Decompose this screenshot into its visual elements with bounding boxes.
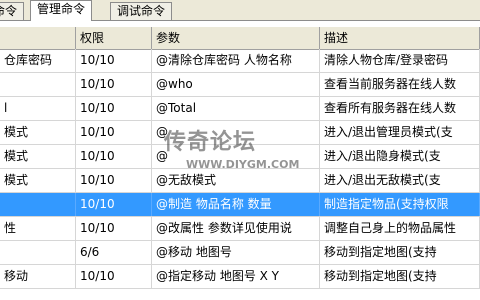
table-row[interactable]: 仓库密码 10/10 @清除仓库密码 人物名称 清除人物仓库/登录密码 — [0, 49, 480, 73]
table-row[interactable]: l 10/10 @Total 查看所有服务器在线人数 — [0, 97, 480, 121]
cell-permission: 10/10 — [76, 49, 152, 72]
cell-name: 性 — [0, 217, 76, 240]
cell-description: 移动到指定地图(支持 — [320, 265, 480, 288]
cell-name: 模式 — [0, 169, 76, 192]
table-header: 权限 参数 描述 — [0, 27, 480, 50]
cell-permission: 6/6 — [76, 241, 152, 264]
column-header-permission[interactable]: 权限 — [76, 27, 152, 49]
tab-debug-commands[interactable]: 调试命令 — [110, 2, 173, 20]
cell-name — [0, 241, 76, 264]
cell-parameters: @改属性 参数详见使用说 — [152, 217, 320, 240]
cell-name — [0, 193, 76, 216]
table-row[interactable]: 移动 10/10 @指定移动 地图号 X Y 移动到指定地图(支持 — [0, 265, 480, 289]
cell-parameters: @清除仓库密码 人物名称 — [152, 49, 320, 72]
cell-description: 制造指定物品(支持权限 — [320, 193, 480, 216]
cell-permission: 10/10 — [76, 193, 152, 216]
cell-name — [0, 73, 76, 96]
cell-parameters: @无敌模式 — [152, 169, 320, 192]
cell-permission: 10/10 — [76, 73, 152, 96]
cell-description: 进入/退出隐身模式(支 — [320, 145, 480, 168]
cell-permission: 10/10 — [76, 217, 152, 240]
table-row[interactable]: 性 10/10 @改属性 参数详见使用说 调整自己身上的物品属性 — [0, 217, 480, 241]
cell-description: 查看所有服务器在线人数 — [320, 97, 480, 120]
cell-parameters: @指定移动 地图号 X Y — [152, 265, 320, 288]
watermark-url: WWW.DIYGM.COM — [186, 158, 300, 171]
cell-description: 移动到指定地图(支持 — [320, 241, 480, 264]
cell-name: 模式 — [0, 145, 76, 168]
cell-permission: 10/10 — [76, 97, 152, 120]
table-row[interactable]: 模式 10/10 @无敌模式 进入/退出无敌模式(支 — [0, 169, 480, 193]
cell-parameters: @制造 物品名称 数量 — [152, 193, 320, 216]
cell-description: 清除人物仓库/登录密码 — [320, 49, 480, 72]
cell-name: 模式 — [0, 121, 76, 144]
cell-name: 移动 — [0, 265, 76, 288]
cell-parameters: @Total — [152, 97, 320, 120]
table-row[interactable]: 10/10 @who 查看当前服务器在线人数 — [0, 73, 480, 97]
table-row[interactable]: 6/6 @移动 地图号 移动到指定地图(支持 — [0, 241, 480, 265]
column-header-name[interactable] — [0, 27, 76, 49]
tab-commands[interactable]: 命令 — [0, 2, 25, 20]
column-header-description[interactable]: 描述 — [320, 27, 480, 49]
column-header-parameters[interactable]: 参数 — [152, 27, 320, 49]
cell-permission: 10/10 — [76, 121, 152, 144]
cell-description: 进入/退出无敌模式(支 — [320, 169, 480, 192]
cell-description: 进入/退出管理员模式(支 — [320, 121, 480, 144]
cell-description: 查看当前服务器在线人数 — [320, 73, 480, 96]
tab-admin-commands[interactable]: 管理命令 — [30, 0, 93, 21]
cell-parameters: @移动 地图号 — [152, 241, 320, 264]
cell-name: 仓库密码 — [0, 49, 76, 72]
cell-permission: 10/10 — [76, 265, 152, 288]
cell-permission: 10/10 — [76, 169, 152, 192]
cell-name: l — [0, 97, 76, 120]
tab-bar: 命令 管理命令 调试命令 — [0, 0, 480, 21]
cell-description: 调整自己身上的物品属性 — [320, 217, 480, 240]
watermark-title: 传奇论坛 — [164, 130, 257, 155]
cell-parameters: @who — [152, 73, 320, 96]
cell-permission: 10/10 — [76, 145, 152, 168]
table-row[interactable]: 10/10 @制造 物品名称 数量 制造指定物品(支持权限 — [0, 193, 480, 217]
